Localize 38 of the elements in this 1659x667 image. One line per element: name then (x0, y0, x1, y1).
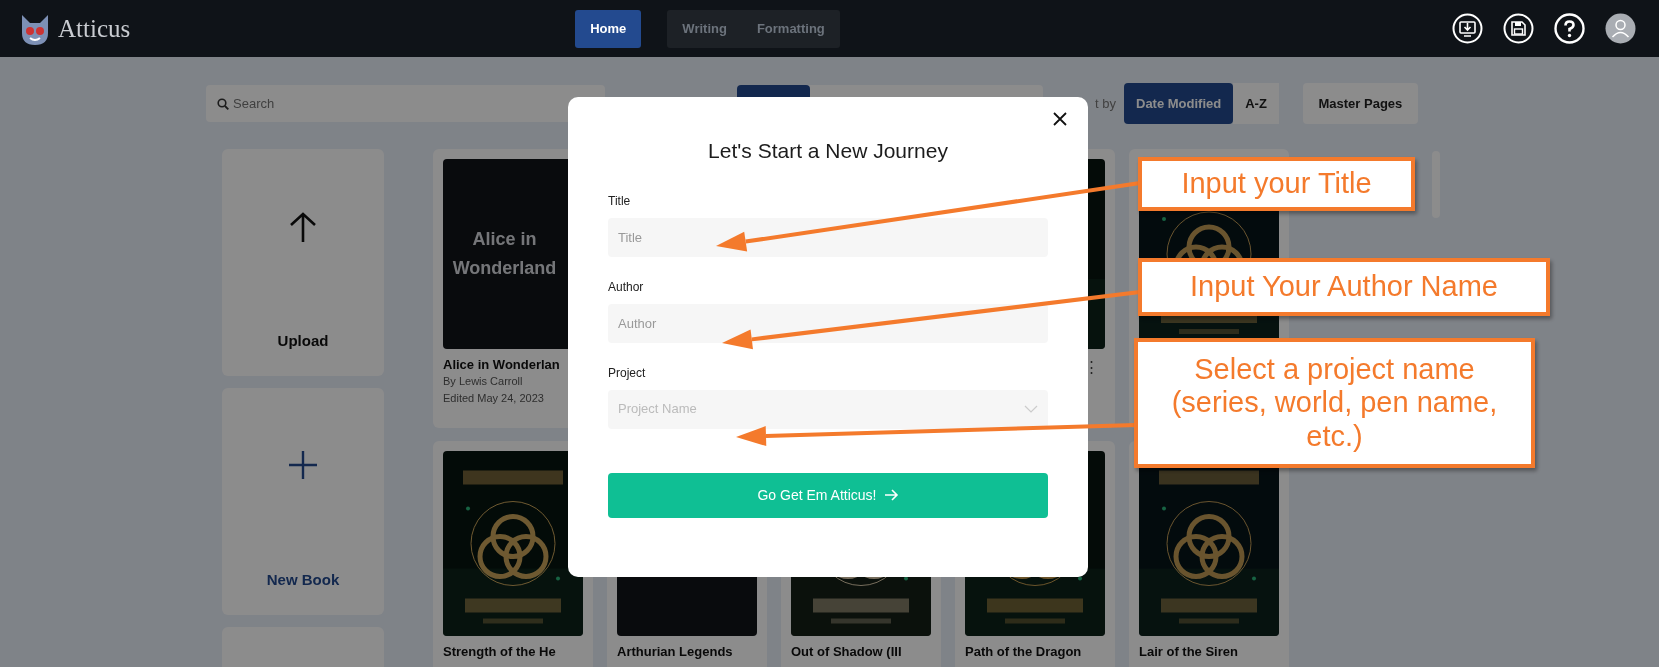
sort-option[interactable]: A-Z (1233, 83, 1279, 124)
field-label: Title (608, 192, 632, 210)
input-field[interactable]: Title (608, 217, 1048, 257)
nav-tab[interactable]: Home (575, 9, 642, 48)
help-icon[interactable] (1554, 13, 1585, 44)
arrow-right-icon (884, 489, 899, 501)
search-icon (217, 98, 229, 110)
book-author: By Lewis Carroll (443, 374, 524, 389)
nav-tab[interactable]: Formatting (741, 9, 840, 48)
callout-label: Input Your Author Name (1138, 258, 1550, 316)
download-icon[interactable] (1452, 13, 1483, 44)
book-title[interactable]: Strength of the He (443, 644, 583, 660)
nav-tab[interactable]: Writing (667, 9, 742, 48)
new-book-card[interactable]: New Book (222, 388, 384, 615)
dialog-title: Let's Start a New Journey (707, 138, 949, 164)
callout-label: Select a project name (series, world, pen name, etc.) (1134, 338, 1535, 468)
callout-label: Input your Title (1138, 157, 1415, 211)
book-title[interactable]: Arthurian Legends (617, 644, 757, 660)
field-label: Project (608, 364, 647, 382)
book-title[interactable]: Path of the Dragon (965, 644, 1105, 660)
input-field[interactable]: Author (608, 303, 1048, 343)
avatar-icon[interactable] (1605, 13, 1636, 44)
sort-label: t by (1095, 94, 1117, 113)
book-title[interactable]: Lair of the Siren (1139, 644, 1279, 660)
sort-option[interactable]: Date Modified (1124, 83, 1234, 124)
upload-card[interactable]: Upload (222, 149, 384, 376)
app-name: Atticus (58, 13, 131, 44)
up-arrow-icon (288, 211, 318, 243)
book-title[interactable]: Out of Shadow (III (791, 644, 931, 660)
plus-icon (288, 450, 318, 480)
close-icon[interactable] (1052, 111, 1068, 127)
save-icon[interactable] (1503, 13, 1534, 44)
chevron-down-icon (1024, 405, 1038, 413)
master-pages-button[interactable]: Master Pages (1302, 83, 1418, 124)
field-label: Author (608, 278, 645, 296)
edited-date: Edited May 24, 2023 (443, 391, 545, 406)
cover-title: Alice in Wonderland (451, 228, 558, 280)
search-field[interactable]: Search (206, 85, 605, 122)
